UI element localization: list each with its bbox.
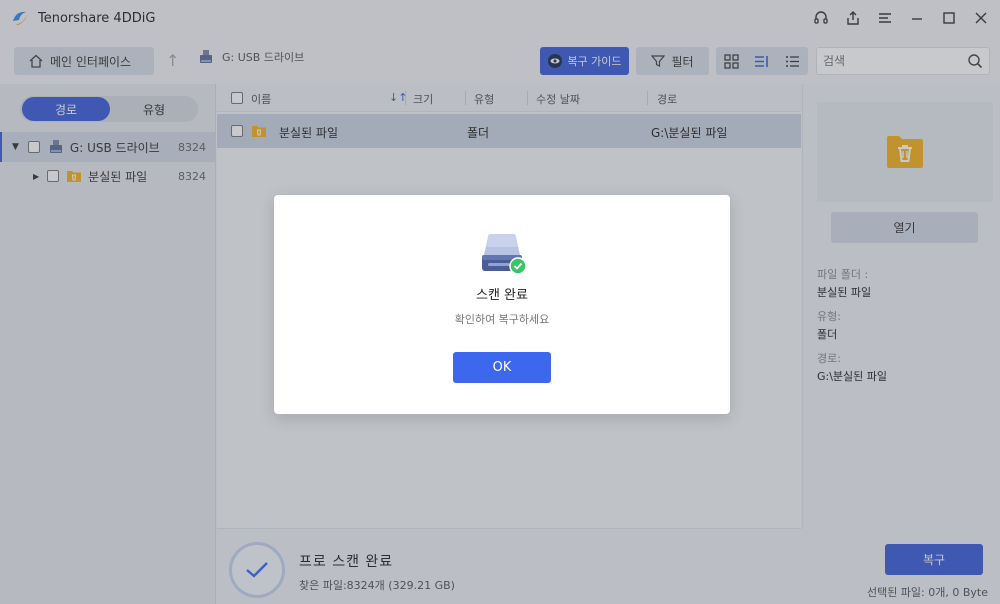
dialog-message: 확인하여 복구하세요 xyxy=(454,313,550,326)
dialog-title: 스캔 완료 xyxy=(476,288,528,303)
scan-complete-dialog: 스캔 완료 확인하여 복구하세요 OK xyxy=(274,195,730,414)
drive-success-icon xyxy=(482,234,527,275)
ok-button[interactable]: OK xyxy=(453,352,551,383)
